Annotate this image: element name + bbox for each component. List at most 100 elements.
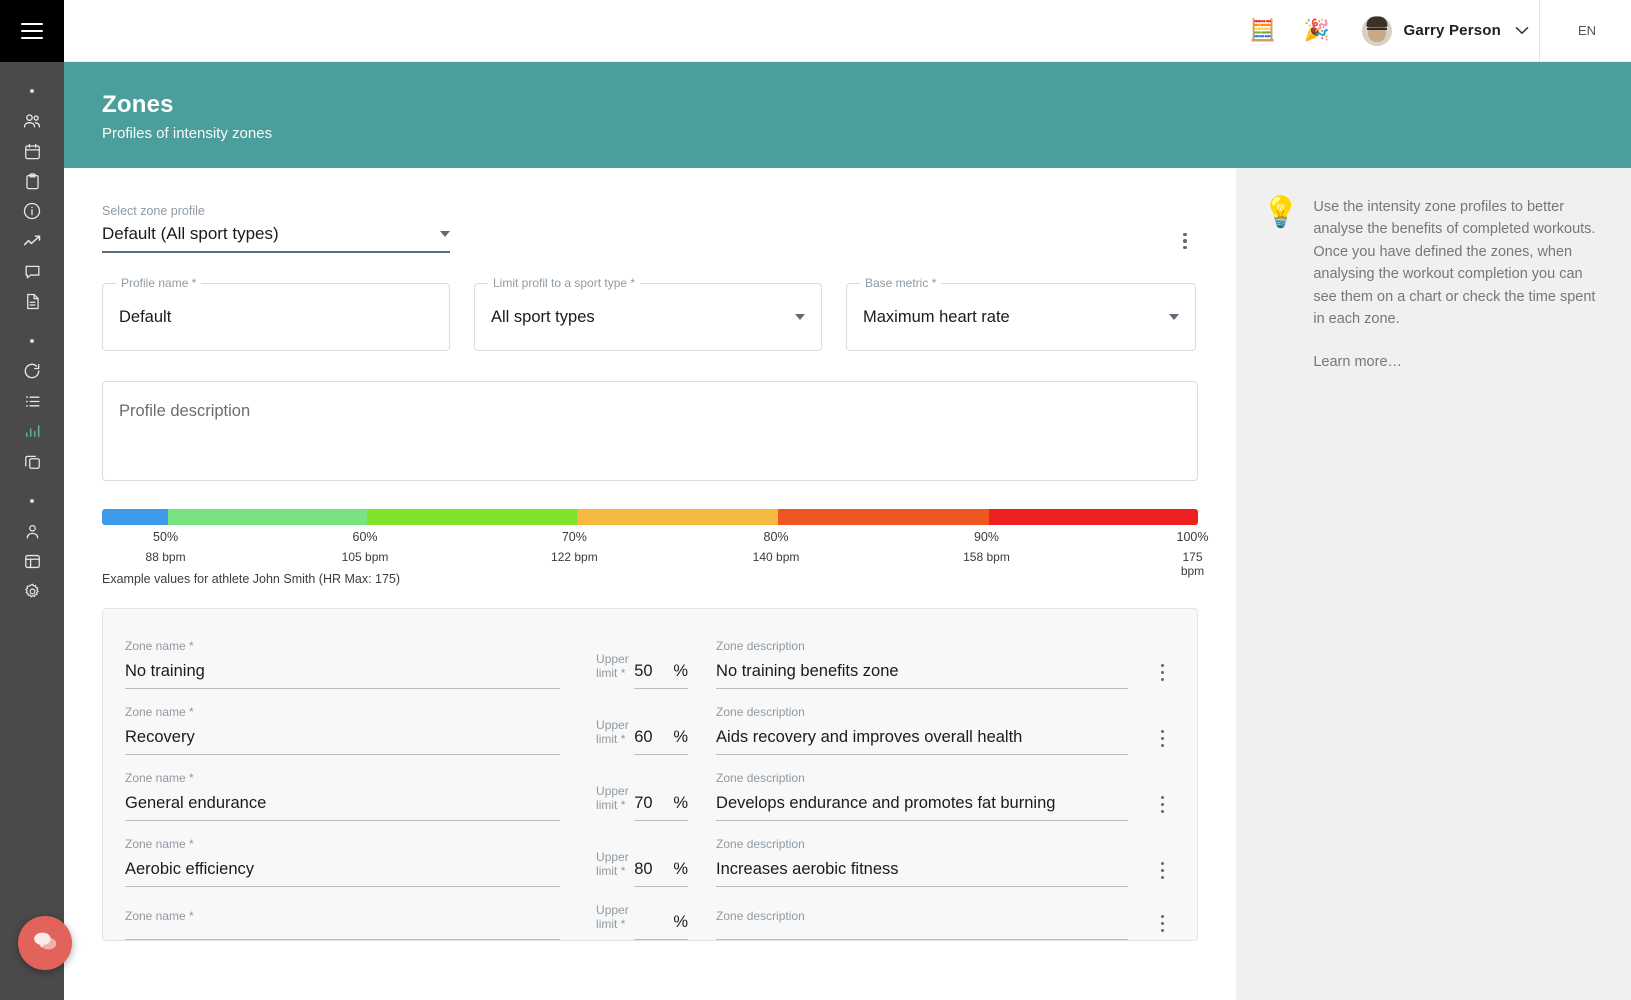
zone-limit-cell: Upper limit * 60% [596, 718, 689, 755]
zone-band-chart: 50% 88 bpm 60% 105 bpm 70% 122 bpm 80% 140 bpm 9… [102, 509, 1209, 586]
zone-field-input[interactable]: 70% [634, 794, 689, 821]
zone-name-cell: Zone name * General endurance [125, 771, 561, 821]
profile-name-value: Default [119, 307, 172, 326]
page-header: Zones Profiles of intensity zones [64, 62, 1631, 168]
zone-field-input[interactable]: No training [125, 662, 561, 689]
profile-fields-row: Profile name * Default Limit profil to a… [102, 276, 1198, 351]
chevron-down-icon[interactable] [1169, 314, 1179, 320]
sport-type-label: Limit profil to a sport type * [488, 276, 641, 290]
zone-tick-bpm: 158 bpm [963, 550, 1010, 564]
sidebar-item-users[interactable] [0, 106, 64, 136]
zone-field-label: Zone description [716, 837, 805, 851]
zone-field-input[interactable] [716, 932, 1128, 940]
zone-desc-cell: Zone description Develops endurance and p… [716, 771, 1128, 821]
rail-gap-2 [0, 476, 64, 486]
chevron-down-icon[interactable] [795, 314, 805, 320]
base-metric-label: Base metric * [860, 276, 942, 290]
zone-row-options-button[interactable] [1150, 861, 1175, 888]
zone-desc-cell: Zone description [716, 909, 1128, 940]
base-metric-field[interactable]: Base metric * Maximum heart rate [846, 276, 1196, 351]
learn-more-link[interactable]: Learn more… [1313, 351, 1608, 373]
avatar [1361, 15, 1392, 46]
zone-field-label: Zone name * [125, 837, 194, 851]
zone-row-options-button[interactable] [1150, 663, 1175, 690]
zone-tick-percent: 60% [352, 530, 378, 544]
sidebar-item-profile[interactable] [0, 516, 64, 546]
sidebar-item-duplicate[interactable] [0, 446, 64, 476]
sidebar-item-progress[interactable] [0, 226, 64, 256]
select-zone-profile-field[interactable]: Default (All sport types) [102, 224, 450, 253]
zone-band-ticks: 50% 88 bpm 60% 105 bpm 70% 122 bpm 80% 140 bpm 9… [102, 530, 1209, 578]
zone-field-input[interactable]: 60% [634, 728, 689, 755]
hamburger-menu-icon[interactable] [21, 23, 43, 39]
sport-type-field[interactable]: Limit profil to a sport type * All sport… [474, 276, 822, 351]
zone-row: Zone name * Recovery Upper limit * 60% Zone … [125, 689, 1175, 755]
bar-chart-icon [23, 422, 41, 440]
sidebar-item-settings[interactable] [0, 576, 64, 606]
zone-limit-cell: Upper limit * 70% [596, 784, 689, 821]
list-icon [23, 392, 42, 411]
sidebar-item-info[interactable] [0, 196, 64, 226]
user-menu[interactable]: Garry Person [1344, 15, 1539, 46]
zone-tick-bpm: 88 bpm [145, 550, 186, 564]
profile-name-label: Profile name * [116, 276, 202, 290]
support-chat-button[interactable] [18, 916, 72, 970]
calculator-icon[interactable]: 🧮 [1236, 0, 1290, 62]
zone-field-label: Zone name * [125, 771, 194, 785]
profile-options-menu-button[interactable] [1172, 229, 1198, 254]
sidebar-item-refresh[interactable] [0, 356, 64, 386]
zone-field-input[interactable]: Develops endurance and promotes fat burn… [716, 794, 1128, 821]
zone-limit-value: 80 [634, 860, 653, 878]
zone-segment [988, 509, 1198, 525]
zone-field-input[interactable] [125, 932, 561, 940]
sidebar-item-list[interactable] [0, 386, 64, 416]
zone-tick: 50% 88 bpm [146, 530, 186, 564]
user-name: Garry Person [1403, 22, 1501, 39]
zone-row-options-button[interactable] [1150, 914, 1175, 941]
zone-field-input[interactable]: Recovery [125, 728, 561, 755]
chevron-down-icon[interactable] [440, 231, 450, 237]
refresh-icon [22, 361, 42, 381]
zone-field-label: Upper limit * [596, 903, 629, 931]
zone-field-input[interactable]: 50% [634, 662, 689, 689]
zone-row-options-button[interactable] [1150, 795, 1175, 822]
zone-field-input[interactable]: 80% [634, 860, 689, 887]
zone-limit-unit: % [673, 913, 689, 931]
zone-field-input[interactable]: No training benefits zone [716, 662, 1128, 689]
profile-description-textarea[interactable]: Profile description [102, 381, 1198, 481]
sidebar-item-layout[interactable] [0, 546, 64, 576]
trending-up-icon [22, 231, 43, 252]
zone-tick: 70% 122 bpm [551, 530, 598, 564]
zone-desc-cell: Zone description Increases aerobic fitnes… [716, 837, 1128, 887]
zone-field-input[interactable]: General endurance [125, 794, 561, 821]
menu-toggle-area[interactable] [0, 0, 64, 62]
zone-field-input[interactable]: Aerobic efficiency [125, 860, 561, 887]
zone-segment [167, 509, 368, 525]
zone-field-label: Zone description [716, 909, 805, 923]
left-nav-rail [0, 0, 72, 1000]
zone-limit-value: 60 [634, 728, 653, 746]
sidebar-item-documents[interactable] [0, 286, 64, 316]
zone-name-cell: Zone name * [125, 909, 561, 940]
chevron-down-icon[interactable] [1515, 23, 1529, 38]
zone-row-options-button[interactable] [1150, 729, 1175, 756]
zone-field-input[interactable]: Increases aerobic fitness [716, 860, 1128, 887]
gear-icon [23, 582, 42, 601]
party-popper-icon[interactable]: 🎉 [1290, 0, 1344, 62]
language-switcher[interactable]: EN [1539, 0, 1631, 62]
profile-name-field[interactable]: Profile name * Default [102, 276, 450, 351]
zone-field-input[interactable]: % [634, 913, 689, 940]
sidebar-item-messages[interactable] [0, 256, 64, 286]
copy-icon [23, 452, 42, 471]
zone-segment [778, 509, 989, 525]
sport-type-value: All sport types [491, 307, 595, 326]
sidebar-item-zones[interactable] [0, 416, 64, 446]
zone-name-cell: Zone name * No training [125, 639, 561, 689]
zone-segment [576, 509, 779, 525]
zone-tick-percent: 80% [763, 530, 789, 544]
sidebar-item-calendar[interactable] [0, 136, 64, 166]
sidebar-item-clipboard[interactable] [0, 166, 64, 196]
zone-field-input[interactable]: Aids recovery and improves overall healt… [716, 728, 1128, 755]
select-zone-profile[interactable]: Select zone profile Default (All sport t… [102, 204, 450, 253]
zone-field-label: Zone name * [125, 909, 194, 923]
